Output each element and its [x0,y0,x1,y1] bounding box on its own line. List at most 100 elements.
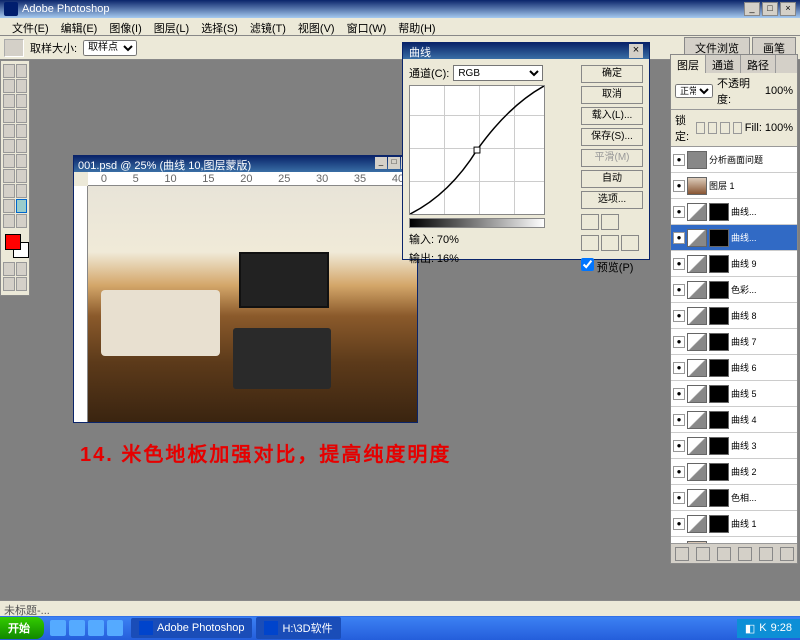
tool-brush[interactable] [16,109,28,123]
menu-layer[interactable]: 图层(L) [148,18,195,35]
lock-transparency-icon[interactable] [696,122,705,134]
layer-row[interactable]: ●曲线 1 [671,511,797,537]
curves-titlebar[interactable]: 曲线× [403,43,649,59]
tool-path[interactable] [3,169,15,183]
gradient-bar[interactable] [409,218,545,228]
menu-view[interactable]: 视图(V) [292,18,341,35]
layer-thumb[interactable] [687,177,707,195]
layer-row[interactable]: ●曲线 4 [671,407,797,433]
mask-thumb[interactable] [709,307,729,325]
taskbar-task[interactable]: H:\3D软件 [256,617,340,639]
mask-thumb[interactable] [709,359,729,377]
tool-stamp[interactable] [3,124,15,138]
tool-heal[interactable] [3,109,15,123]
layer-thumb[interactable] [687,307,707,325]
canvas-image[interactable] [88,186,417,422]
layer-row[interactable]: ●曲线... [671,225,797,251]
load-button[interactable]: 载入(L)... [581,107,643,125]
tool-blur[interactable] [3,154,15,168]
start-button[interactable]: 开始 [0,617,44,639]
visibility-icon[interactable]: ● [673,518,685,530]
mask-thumb[interactable] [709,437,729,455]
visibility-icon[interactable]: ● [673,154,685,166]
layer-thumb[interactable] [687,463,707,481]
curves-graph[interactable] [409,85,545,215]
layer-set-icon[interactable] [717,547,731,561]
tool-lasso[interactable] [3,79,15,93]
visibility-icon[interactable]: ● [673,466,685,478]
mask-thumb[interactable] [709,333,729,351]
sampler-gray-icon[interactable] [601,235,619,251]
visibility-icon[interactable]: ● [673,414,685,426]
tab-layers[interactable]: 图层 [671,55,706,73]
blend-mode-select[interactable]: 正常 [675,84,713,98]
layer-row[interactable]: ●图层 1 [671,173,797,199]
lock-all-icon[interactable] [733,122,742,134]
curves-close[interactable]: × [629,44,643,58]
menu-file[interactable]: 文件(E) [6,18,55,35]
doc-maximize[interactable]: □ [388,157,400,169]
mask-thumb[interactable] [709,489,729,507]
menu-image[interactable]: 图像(I) [103,18,147,35]
close-button[interactable]: × [780,2,796,16]
auto-button[interactable]: 自动 [581,170,643,188]
tool-slice[interactable] [16,94,28,108]
layer-thumb[interactable] [687,203,707,221]
mask-thumb[interactable] [709,229,729,247]
menu-select[interactable]: 选择(S) [195,18,244,35]
layer-thumb[interactable] [687,411,707,429]
layer-row[interactable]: ●色彩... [671,277,797,303]
mask-thumb[interactable] [709,203,729,221]
maximize-button[interactable]: □ [762,2,778,16]
lock-paint-icon[interactable] [708,122,717,134]
layer-thumb[interactable] [687,333,707,351]
menu-edit[interactable]: 编辑(E) [55,18,104,35]
layer-row[interactable]: ●曲线 8 [671,303,797,329]
visibility-icon[interactable]: ● [673,362,685,374]
screen-full[interactable] [16,277,28,291]
visibility-icon[interactable]: ● [673,232,685,244]
mask-thumb[interactable] [709,515,729,533]
layer-row[interactable]: ●曲线 5 [671,381,797,407]
adjustment-layer-icon[interactable] [738,547,752,561]
tab-paths[interactable]: 路径 [741,55,776,73]
channel-select[interactable]: RGB [453,65,543,81]
layer-row[interactable]: ●曲线 2 [671,459,797,485]
quickmask-off[interactable] [3,262,15,276]
layer-thumb[interactable] [687,489,707,507]
mask-thumb[interactable] [709,411,729,429]
doc-minimize[interactable]: _ [375,157,387,169]
tool-hand[interactable] [3,214,15,228]
cancel-button[interactable]: 取消 [581,86,643,104]
layer-row[interactable]: ●曲线 3 [671,433,797,459]
layer-row[interactable]: ●曲线 9 [671,251,797,277]
layer-mask-icon[interactable] [696,547,710,561]
taskbar-task[interactable]: Adobe Photoshop [131,618,252,638]
sampler-white-icon[interactable] [621,235,639,251]
mask-thumb[interactable] [709,255,729,273]
layer-row[interactable]: ●分析画面问题 [671,147,797,173]
mask-thumb[interactable] [709,281,729,299]
layer-thumb[interactable] [687,385,707,403]
tool-notes[interactable] [3,199,15,213]
tool-zoom[interactable] [16,214,28,228]
visibility-icon[interactable]: ● [673,206,685,218]
layer-thumb[interactable] [687,281,707,299]
layer-row[interactable]: ●曲线 6 [671,355,797,381]
mask-thumb[interactable] [709,385,729,403]
layer-thumb[interactable] [687,515,707,533]
tool-marquee[interactable] [16,64,28,78]
options-button[interactable]: 选项... [581,191,643,209]
tool-gradient[interactable] [16,139,28,153]
preview-checkbox[interactable]: 预览(P) [581,258,643,275]
tool-history[interactable] [16,124,28,138]
foreground-color[interactable] [5,234,21,250]
quickmask-on[interactable] [16,262,28,276]
minimize-button[interactable]: _ [744,2,760,16]
layer-style-icon[interactable] [675,547,689,561]
visibility-icon[interactable]: ● [673,258,685,270]
layers-list[interactable]: ●分析画面问题●图层 1●曲线...●曲线...●曲线 9●色彩...●曲线 8… [671,147,797,543]
curve-pencil-icon[interactable] [601,214,619,230]
opacity-value[interactable]: 100% [765,85,793,97]
menu-help[interactable]: 帮助(H) [392,18,441,35]
